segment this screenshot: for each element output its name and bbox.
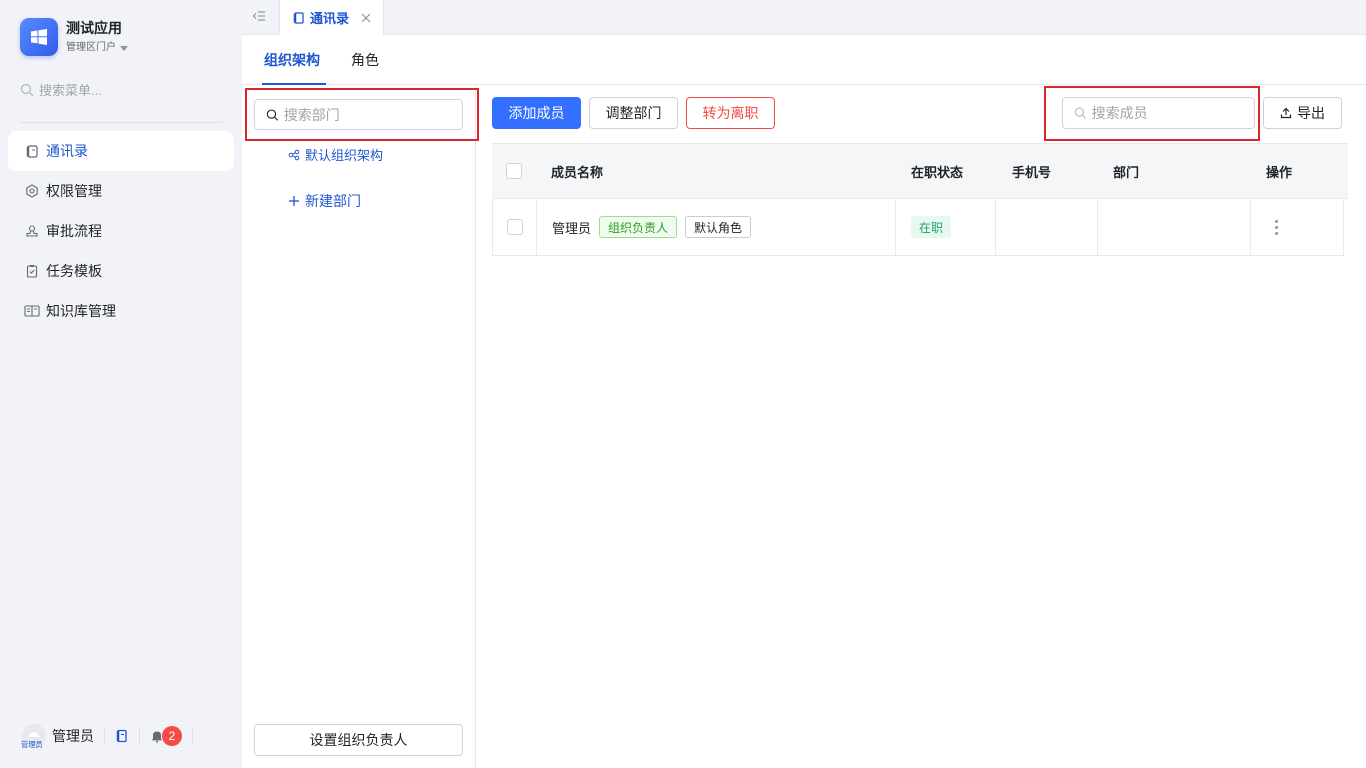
- status-badge: 在职: [911, 216, 952, 238]
- select-all-checkbox[interactable]: [506, 163, 522, 179]
- sidebar-item-permissions[interactable]: 权限管理: [8, 171, 234, 211]
- org-tree-icon: [288, 149, 300, 161]
- divider: [104, 729, 105, 743]
- sidebar-item-label: 通讯录: [46, 143, 88, 159]
- role-tag-org-leader: 组织负责人: [599, 216, 678, 238]
- table-row[interactable]: 管理员 组织负责人 默认角色 在职: [492, 199, 1344, 256]
- sidebar: 测试应用 管理区门户 搜索菜单... 通讯录 权限管理 审批流程 任务模板 知识…: [0, 0, 242, 768]
- tab-roles[interactable]: 角色: [351, 35, 379, 85]
- department-search[interactable]: [254, 99, 463, 130]
- tab-contacts[interactable]: 通讯录: [279, 0, 384, 35]
- sidebar-item-approval[interactable]: 审批流程: [8, 211, 234, 251]
- menu-search[interactable]: 搜索菜单...: [20, 80, 102, 99]
- clipboard-check-icon: [24, 263, 40, 279]
- sub-tabs: 组织架构 角色: [242, 35, 1366, 85]
- gear-icon: [24, 183, 40, 199]
- column-header-name: 成员名称: [551, 164, 604, 180]
- user-name[interactable]: 管理员: [52, 726, 94, 746]
- search-icon: [266, 108, 278, 121]
- portal-name: 管理区门户: [66, 42, 116, 53]
- export-label: 导出: [1297, 105, 1325, 121]
- contacts-shortcut-icon[interactable]: [115, 729, 129, 743]
- role-tag-default-role: 默认角色: [685, 216, 752, 238]
- search-icon: [20, 83, 34, 96]
- app-name: 测试应用: [66, 20, 122, 36]
- sidebar-footer: 管理员 管理员 2: [21, 724, 222, 749]
- tree-item-default-org[interactable]: 默认组织架构: [288, 145, 383, 164]
- avatar-label: 管理员: [21, 740, 43, 749]
- new-department-label: 新建部门: [305, 193, 361, 209]
- upload-icon: [1280, 107, 1292, 119]
- tab-label: 通讯录: [310, 11, 350, 26]
- divider: [192, 729, 193, 743]
- notification-badge: 2: [162, 726, 182, 746]
- sidebar-item-task-templates[interactable]: 任务模板: [8, 251, 234, 291]
- tab-strip: 通讯录: [242, 0, 1366, 35]
- member-name: 管理员: [552, 220, 592, 236]
- table-header: 成员名称 在职状态 手机号 部门 操作: [492, 143, 1348, 199]
- set-org-leader-button[interactable]: 设置组织负责人: [254, 724, 463, 756]
- search-icon: [1074, 107, 1086, 119]
- row-checkbox[interactable]: [507, 219, 523, 235]
- menu-search-placeholder: 搜索菜单...: [39, 83, 102, 98]
- add-member-button[interactable]: 添加成员: [492, 97, 581, 129]
- caret-down-icon: [120, 45, 128, 51]
- tab-org-structure[interactable]: 组织架构: [262, 35, 326, 85]
- sidebar-item-label: 知识库管理: [46, 303, 116, 319]
- members-table: 成员名称 在职状态 手机号 部门 操作 管理员 组织负责人 默认角色 在职: [492, 143, 1348, 256]
- tree-item-label: 默认组织架构: [305, 148, 384, 163]
- app-logo-icon: [20, 18, 58, 56]
- avatar[interactable]: 管理员: [21, 724, 46, 749]
- sidebar-nav: 通讯录 权限管理 审批流程 任务模板 知识库管理: [8, 131, 234, 331]
- more-actions-icon[interactable]: [1275, 219, 1278, 235]
- book-open-icon: [24, 303, 40, 319]
- collapse-sidebar-icon[interactable]: [252, 9, 266, 26]
- notifications[interactable]: 2: [150, 726, 182, 746]
- plus-icon: [288, 195, 300, 207]
- sidebar-item-knowledge-base[interactable]: 知识库管理: [8, 291, 234, 331]
- department-panel: 默认组织架构 新建部门 设置组织负责人: [242, 85, 476, 768]
- member-search-input[interactable]: [1091, 105, 1254, 121]
- column-header-department: 部门: [1113, 164, 1140, 180]
- portal-switcher[interactable]: 管理区门户: [66, 41, 128, 55]
- contacts-book-icon: [24, 143, 40, 159]
- user-stamp-icon: [24, 223, 40, 239]
- sidebar-item-label: 审批流程: [46, 223, 102, 239]
- close-icon[interactable]: [361, 13, 371, 23]
- member-search[interactable]: [1062, 97, 1255, 129]
- column-header-actions: 操作: [1266, 164, 1293, 180]
- export-button[interactable]: 导出: [1263, 97, 1342, 129]
- divider: [20, 122, 222, 123]
- divider: [139, 729, 140, 743]
- mark-resigned-button[interactable]: 转为离职: [686, 97, 775, 129]
- sidebar-item-label: 权限管理: [46, 183, 102, 199]
- sidebar-item-label: 任务模板: [46, 263, 102, 279]
- column-header-phone: 手机号: [1012, 164, 1052, 180]
- sidebar-item-contacts[interactable]: 通讯录: [8, 131, 234, 171]
- department-search-input[interactable]: [283, 106, 462, 123]
- column-header-status: 在职状态: [911, 164, 964, 180]
- new-department-button[interactable]: 新建部门: [288, 191, 361, 211]
- contacts-book-icon: [293, 11, 305, 24]
- app-header[interactable]: 测试应用 管理区门户: [20, 18, 128, 56]
- adjust-department-button[interactable]: 调整部门: [589, 97, 678, 129]
